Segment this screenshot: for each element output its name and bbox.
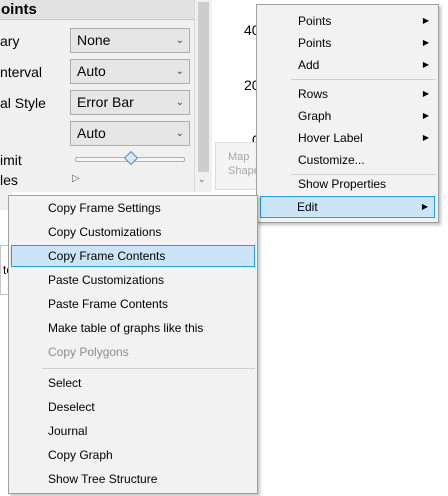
menu-item-rows[interactable]: Rows ▶ <box>259 83 436 105</box>
application-window: oints ary None ⌄ nterval Auto ⌄ al Style… <box>0 0 448 496</box>
scrollbar-thumb[interactable] <box>198 2 209 172</box>
submenu-arrow-icon: ▶ <box>422 89 429 98</box>
interval-style-dropdown[interactable]: Error Bar ⌄ <box>70 90 190 115</box>
menu-item-points-2[interactable]: Points ▶ <box>259 32 436 54</box>
menu-separator <box>42 368 255 369</box>
menu-item-label: Copy Frame Settings <box>48 201 161 215</box>
menu-item-label: Points <box>298 14 332 28</box>
menu-item-label: Show Tree Structure <box>48 472 158 486</box>
menu-item-copy-graph[interactable]: Copy Graph <box>11 444 255 466</box>
dropdown-value: Auto <box>77 63 106 79</box>
menu-item-label: Copy Polygons <box>48 345 129 359</box>
menu-item-label: Edit <box>297 200 318 214</box>
menu-item-copy-polygons: Copy Polygons <box>11 341 255 363</box>
chevron-down-icon: ⌄ <box>175 35 184 46</box>
menu-item-label: Select <box>48 376 82 390</box>
property-label: ary <box>0 33 20 49</box>
menu-item-edit[interactable]: Edit ▶ <box>260 196 435 218</box>
menu-item-copy-customizations[interactable]: Copy Customizations <box>11 221 255 243</box>
menu-item-label: Copy Frame Contents <box>48 249 166 263</box>
menu-item-select[interactable]: Select <box>11 372 255 394</box>
interval-dropdown[interactable]: Auto ⌄ <box>70 59 190 84</box>
menu-item-show-properties[interactable]: Show Properties <box>259 173 436 195</box>
menu-item-label: Copy Graph <box>48 448 113 462</box>
vertical-scrollbar[interactable]: ⌄ <box>194 0 212 192</box>
chevron-down-icon: ⌄ <box>175 66 184 77</box>
limit-label: imit <box>0 152 22 168</box>
menu-item-label: Copy Customizations <box>48 225 162 239</box>
menu-item-label: Customize... <box>298 153 365 167</box>
limit-slider-thumb[interactable] <box>123 150 139 166</box>
menu-item-label: Points <box>298 36 332 50</box>
menu-item-label: Graph <box>298 109 332 123</box>
menu-item-label: Rows <box>298 87 329 101</box>
menu-item-copy-frame-settings[interactable]: Copy Frame Settings <box>11 197 255 219</box>
menu-item-make-table-of-graphs[interactable]: Make table of graphs like this <box>11 317 255 339</box>
submenu-arrow-icon: ▶ <box>422 38 429 47</box>
auto-dropdown[interactable]: Auto ⌄ <box>70 121 190 146</box>
submenu-arrow-icon: ▶ <box>422 133 429 142</box>
menu-item-journal[interactable]: Journal <box>11 420 255 442</box>
submenu-arrow-icon: ▶ <box>422 111 429 120</box>
menu-item-label: Show Properties <box>298 177 387 191</box>
menu-item-label: Paste Customizations <box>48 273 165 287</box>
chevron-down-icon: ⌄ <box>175 128 184 139</box>
property-label: al Style <box>0 95 46 111</box>
menu-item-graph[interactable]: Graph ▶ <box>259 105 436 127</box>
menu-item-label: Journal <box>48 424 88 438</box>
scroll-down-icon[interactable]: ⌄ <box>198 174 206 185</box>
menu-item-label: Make table of graphs like this <box>48 321 204 335</box>
panel-title: oints <box>0 0 194 20</box>
menu-item-add[interactable]: Add ▶ <box>259 54 436 76</box>
submenu-arrow-icon: ▶ <box>421 202 428 211</box>
menu-item-customize[interactable]: Customize... <box>259 149 436 171</box>
graph-context-menu: Points ▶ Points ▶ Add ▶ Rows ▶ Graph ▶ H… <box>256 4 439 223</box>
chevron-down-icon: ⌄ <box>175 97 184 108</box>
menu-item-hover-label[interactable]: Hover Label ▶ <box>259 127 436 149</box>
menu-item-deselect[interactable]: Deselect <box>11 396 255 418</box>
menu-item-label: Deselect <box>48 400 95 414</box>
menu-item-paste-frame-contents[interactable]: Paste Frame Contents <box>11 293 255 315</box>
les-label: les <box>0 172 18 188</box>
expand-triangle-icon[interactable]: ▷ <box>72 173 80 184</box>
properties-panel: oints ary None ⌄ nterval Auto ⌄ al Style… <box>0 0 212 192</box>
menu-item-paste-customizations[interactable]: Paste Customizations <box>11 269 255 291</box>
dropdown-value: Auto <box>77 125 106 141</box>
dropdown-value: None <box>77 32 111 48</box>
menu-item-copy-frame-contents[interactable]: Copy Frame Contents <box>11 245 255 267</box>
property-label: nterval <box>0 64 43 80</box>
summary-dropdown[interactable]: None ⌄ <box>70 28 190 53</box>
menu-item-points[interactable]: Points ▶ <box>259 10 436 32</box>
menu-item-label: Add <box>298 58 320 72</box>
menu-item-show-tree-structure[interactable]: Show Tree Structure <box>11 468 255 490</box>
menu-item-label: Hover Label <box>298 131 363 145</box>
menu-item-label: Paste Frame Contents <box>48 297 169 311</box>
dropdown-value: Error Bar <box>77 94 134 110</box>
submenu-arrow-icon: ▶ <box>422 16 429 25</box>
submenu-arrow-icon: ▶ <box>422 60 429 69</box>
menu-separator <box>291 79 436 80</box>
edit-submenu: Copy Frame Settings Copy Customizations … <box>8 195 258 494</box>
